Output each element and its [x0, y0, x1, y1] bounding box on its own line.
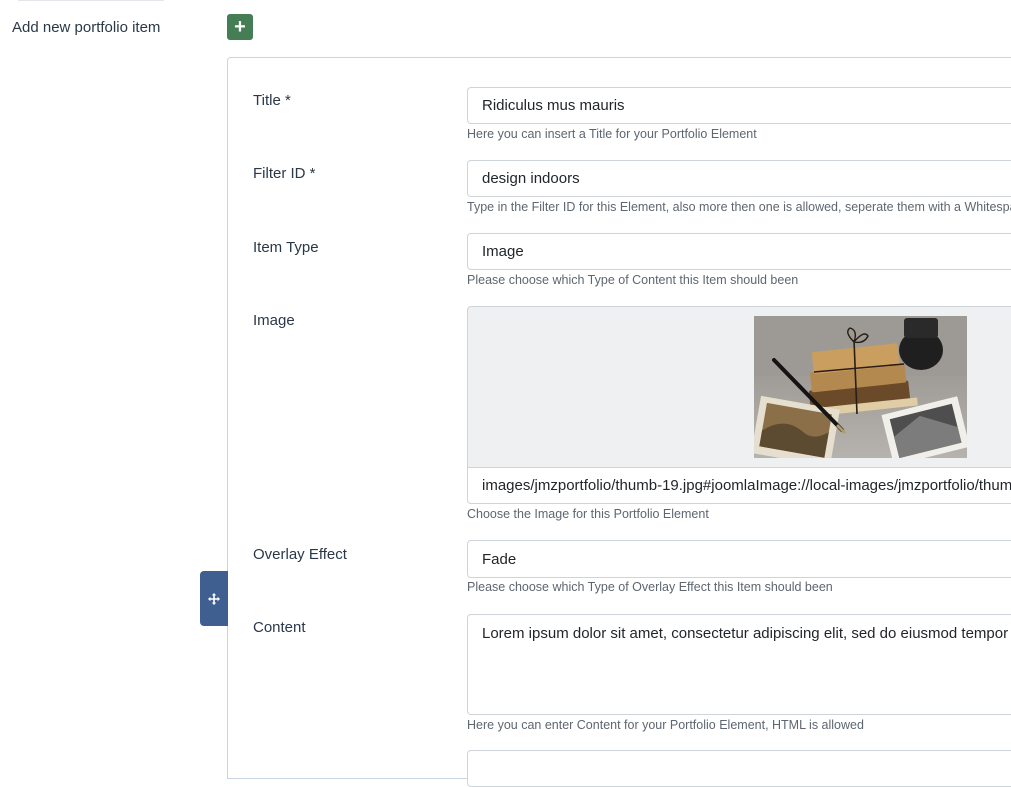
move-arrows-icon [208, 592, 220, 605]
content-label: Content [253, 619, 306, 636]
item-type-select[interactable]: Image [467, 233, 1011, 270]
content-help: Here you can enter Content for your Port… [467, 718, 864, 732]
title-label: Title * [253, 92, 291, 109]
overlay-effect-select[interactable]: Fade [467, 540, 1011, 578]
filter-id-input[interactable]: design indoors [467, 160, 1011, 197]
top-divider [18, 0, 164, 1]
next-field-input[interactable] [467, 750, 1011, 787]
item-type-help: Please choose which Type of Content this… [467, 273, 799, 287]
overlay-effect-help: Please choose which Type of Overlay Effe… [467, 580, 833, 594]
image-label: Image [253, 312, 295, 329]
overlay-effect-label: Overlay Effect [253, 546, 347, 563]
filter-id-help: Type in the Filter ID for this Element, … [467, 200, 1011, 214]
add-item-button[interactable]: + [227, 14, 253, 40]
add-item-label: Add new portfolio item [12, 19, 161, 36]
filter-id-label: Filter ID * [253, 165, 316, 182]
title-help: Here you can insert a Title for your Por… [467, 127, 757, 141]
title-input[interactable]: Ridiculus mus mauris [467, 87, 1011, 124]
portfolio-image-thumbnail[interactable] [754, 316, 967, 458]
plus-icon: + [234, 16, 246, 38]
image-help: Choose the Image for this Portfolio Elem… [467, 507, 709, 521]
item-type-label: Item Type [253, 239, 319, 256]
image-path-input[interactable]: images/jmzportfolio/thumb-19.jpg#joomlaI… [467, 467, 1011, 504]
content-textarea[interactable]: Lorem ipsum dolor sit amet, consectetur … [467, 614, 1011, 715]
drag-handle[interactable] [200, 571, 228, 626]
